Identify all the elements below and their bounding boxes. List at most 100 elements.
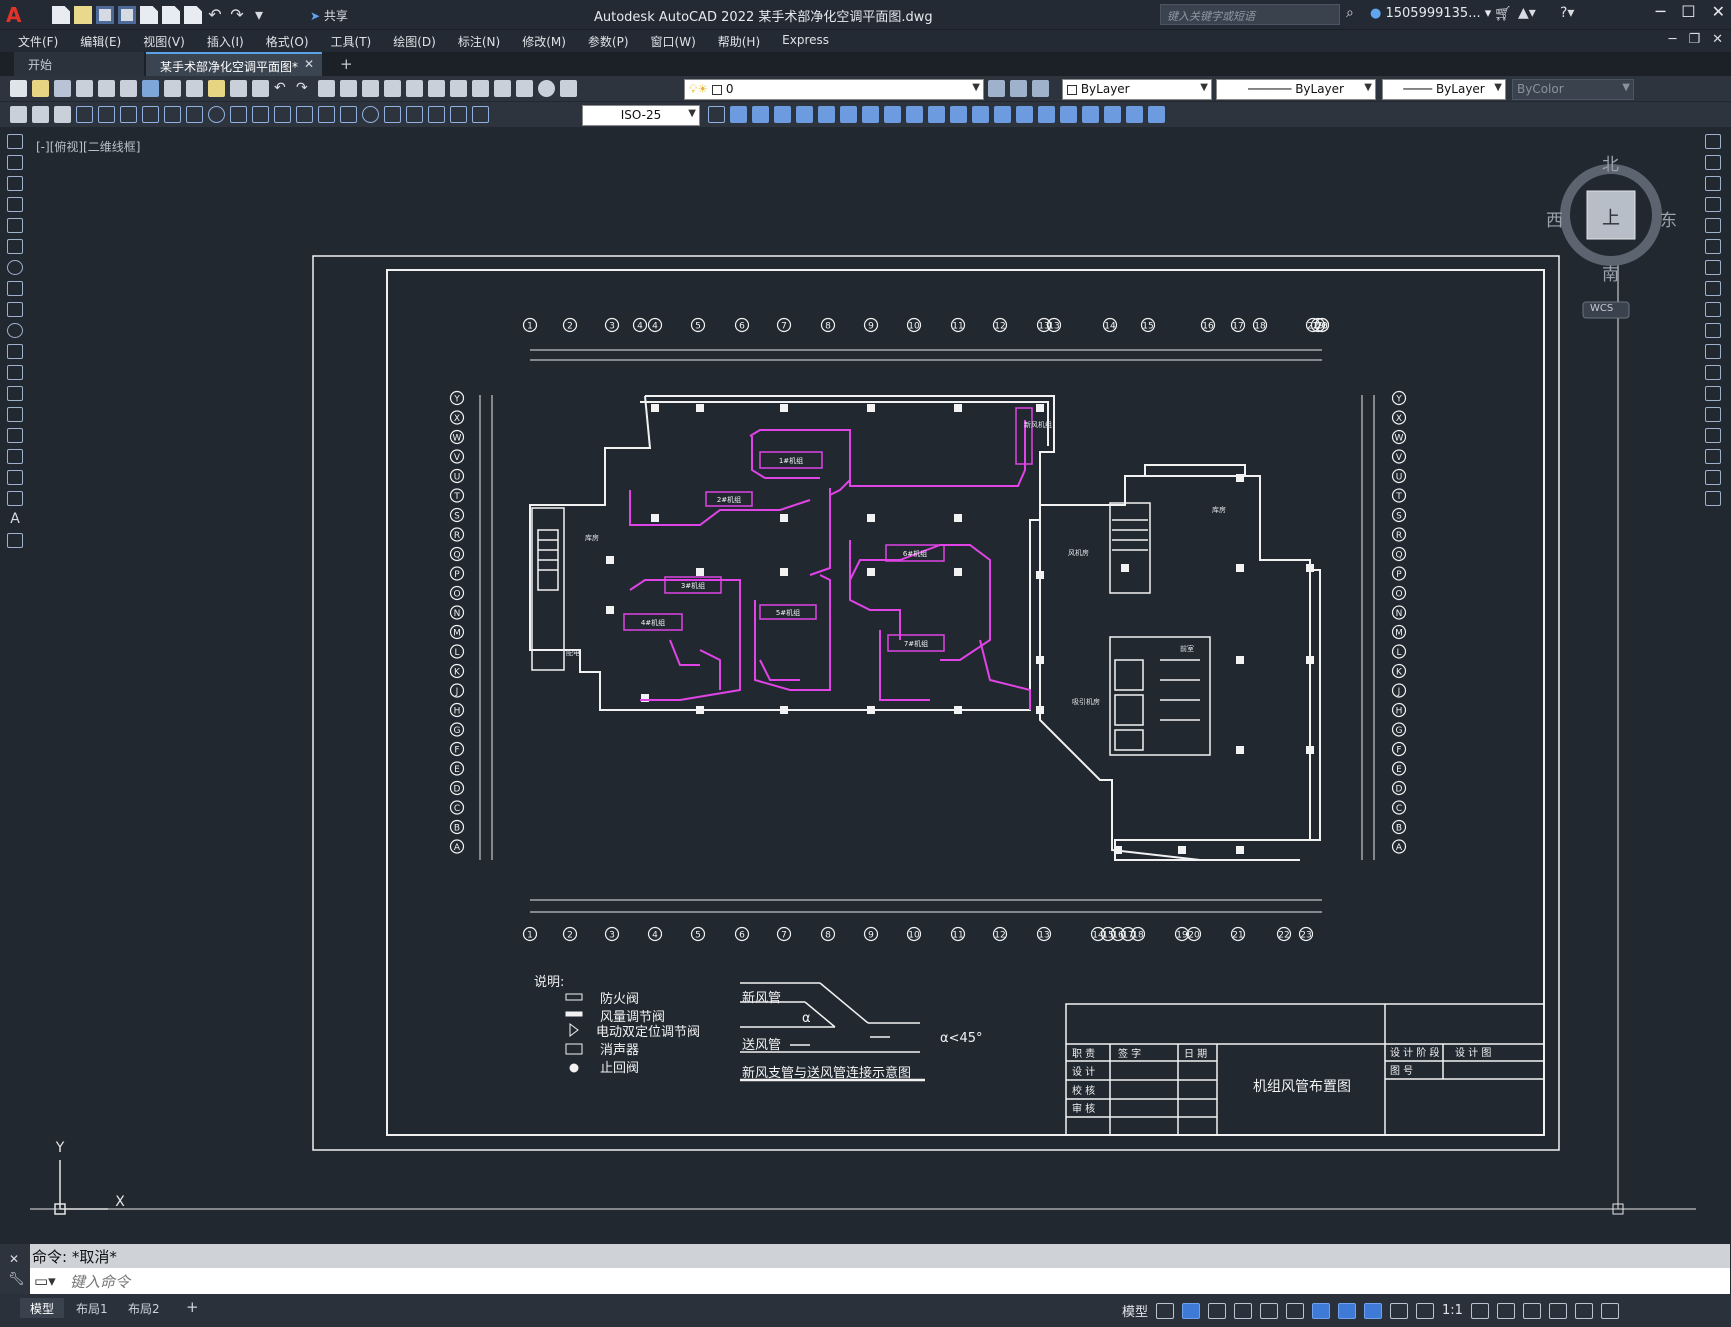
ahu-label: 7#机组 [904, 639, 928, 648]
axis-bubble: 17 [1230, 317, 1246, 333]
transparency-icon[interactable] [1364, 1302, 1383, 1319]
command-input[interactable]: ▭▾ 键入命令 [30, 1268, 1730, 1294]
axis-label: Y [1395, 395, 1402, 405]
axis-label: 8 [825, 931, 831, 941]
fresh-air-duct-label: 新风管 [742, 990, 781, 1006]
lineweight-icon[interactable] [1338, 1302, 1357, 1319]
axis-label: P [1396, 570, 1402, 580]
compass-east[interactable]: 东 [1660, 206, 1677, 231]
axis-label: V [454, 453, 461, 463]
axis-bubble: T [449, 488, 465, 503]
column [1306, 564, 1314, 572]
compass-west[interactable]: 西 [1546, 206, 1563, 231]
tb-role-header: 职 责 [1072, 1047, 1095, 1060]
axis-bubble: U [449, 468, 465, 484]
axis-bubble: H [1391, 702, 1407, 718]
compass-south[interactable]: 南 [1602, 260, 1619, 285]
object-snap-icon[interactable] [1312, 1302, 1331, 1319]
room-label: 前室 [1180, 644, 1194, 653]
alpha-label: α [802, 1011, 811, 1026]
isolate-objects-icon[interactable] [1522, 1302, 1541, 1319]
axis-bubble: X [449, 410, 465, 425]
diagram-caption: 新风支管与送风管连接示意图 [742, 1065, 911, 1081]
column [651, 404, 659, 412]
command-line-handle[interactable]: ✕ 🔧︎ [0, 1244, 30, 1294]
cube-face-top[interactable]: 上 [1602, 204, 1620, 230]
axis-label: 1 [527, 931, 533, 941]
axis-label: H [454, 707, 461, 717]
axis-bubble: 21 [1230, 926, 1246, 942]
axis-bubble: 1 [522, 926, 538, 942]
viewcube-ring [1560, 164, 1662, 319]
viewcube[interactable]: 北 南 东 西 上 WCS [1546, 150, 1677, 320]
customization-icon[interactable] [1600, 1302, 1619, 1319]
column [1036, 706, 1044, 714]
column [696, 706, 704, 714]
axis-bubble: 18 [1130, 926, 1146, 942]
axis-bubble: 9 [863, 317, 879, 333]
snap-icon[interactable] [1182, 1302, 1201, 1319]
axis-label: W [453, 434, 462, 444]
axis-bubble: A [1391, 839, 1407, 854]
tab-layout2[interactable]: 布局2 [118, 1298, 170, 1318]
bottom-axis-bubbles: 1 2 3 4 5 6 7 8 9 10 11 12 13 1415161718 19 20 21 22 23 [522, 926, 1314, 942]
column [696, 568, 704, 576]
axis-label: 23 [1300, 931, 1311, 941]
legend-item-fire-damper: 防火阀 [600, 991, 639, 1007]
hardware-acceleration-icon[interactable] [1548, 1302, 1567, 1319]
top-axis-bubbles: 1 2 3 4 4 5 6 7 8 9 10 11 12 1313 14 15 16 17 18 19202223 [522, 317, 1330, 333]
object-snap-tracking-icon[interactable] [1286, 1302, 1305, 1319]
recent-commands-icon[interactable]: ▭▾ [34, 1272, 56, 1290]
axis-label: E [1396, 765, 1402, 775]
isodraft-icon[interactable] [1260, 1302, 1279, 1319]
axis-bubble: E [449, 761, 465, 776]
tab-layout1[interactable]: 布局1 [66, 1298, 118, 1318]
tb-stage-value: 设 计 图 [1455, 1046, 1491, 1059]
annotation-visibility-icon[interactable] [1416, 1302, 1435, 1319]
axis-label: Q [1395, 551, 1402, 561]
axis-label: G [454, 726, 461, 736]
axis-bubble: B [449, 819, 465, 835]
grid-icon[interactable] [1156, 1302, 1175, 1319]
plus-icon[interactable] [1496, 1302, 1515, 1319]
axis-label: 13 [1048, 322, 1059, 332]
column [606, 556, 614, 564]
axis-label: F [454, 746, 459, 756]
command-history: 命令: *取消* [30, 1244, 1730, 1268]
axis-label: A [454, 843, 461, 853]
axis-label: C [454, 804, 460, 814]
axis-bubble: 18 [1252, 317, 1268, 333]
axis-bubble: 13 [1036, 926, 1052, 942]
axis-bubble: K [449, 663, 465, 679]
ucs-x-label: X [115, 1194, 125, 1210]
add-layout-button[interactable]: + [176, 1296, 209, 1316]
room-label: 配电 [566, 648, 580, 657]
axis-bubble: U [1391, 468, 1407, 484]
compass-north[interactable]: 北 [1602, 150, 1619, 175]
axis-bubble: O [1391, 585, 1407, 601]
tb-signature-header: 签 字 [1118, 1047, 1141, 1060]
axis-label: 5 [695, 931, 701, 941]
clean-screen-icon[interactable] [1574, 1302, 1593, 1319]
tab-model[interactable]: 模型 [20, 1298, 65, 1318]
settings-gear-icon[interactable] [1470, 1302, 1489, 1319]
axis-bubble: D [1391, 780, 1407, 796]
wcs-menu[interactable]: WCS [1590, 303, 1613, 314]
legend: 说明: 防火阀 风量调节阀 电动双定位调节阀 消声器 止回阀 [534, 975, 700, 1076]
axis-bubble: 20 [1186, 926, 1202, 942]
annotation-scale[interactable]: 1:1 [1442, 1303, 1463, 1318]
axis-bubble: N [449, 605, 465, 620]
room-labels: 库房配电 风机房 库房前室吸引机房 新风机组 [566, 420, 1226, 706]
polar-icon[interactable] [1234, 1302, 1253, 1319]
ortho-icon[interactable] [1208, 1302, 1227, 1319]
legend-item-volume-damper: 风量调节阀 [600, 1010, 665, 1025]
axis-label: 11 [952, 322, 963, 332]
customize-command-icon[interactable]: 🔧︎ [8, 1272, 25, 1287]
ucs-icon [54, 1160, 108, 1215]
axis-label: 13 [1038, 931, 1049, 941]
close-command-icon[interactable]: ✕ [9, 1252, 19, 1266]
selection-cycling-icon[interactable] [1390, 1302, 1409, 1319]
model-space-button[interactable]: 模型 [1122, 1301, 1148, 1320]
axis-label: L [1396, 648, 1401, 658]
axis-label: N [454, 609, 461, 619]
